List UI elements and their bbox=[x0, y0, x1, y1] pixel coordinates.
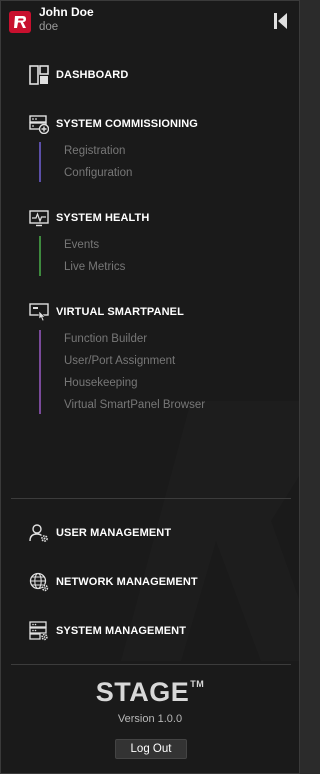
virtual-smartpanel-icon bbox=[29, 303, 49, 322]
user-info: John Doe doe bbox=[39, 4, 94, 35]
smartpanel-submenu: Function Builder User/Port Assignment Ho… bbox=[39, 328, 299, 416]
collapse-sidebar-button[interactable] bbox=[273, 12, 289, 30]
divider bbox=[11, 498, 291, 499]
nav-label-network-management: NETWORK MANAGEMENT bbox=[56, 576, 198, 588]
logout-button[interactable]: Log Out bbox=[115, 739, 187, 759]
nav-label-system-health: SYSTEM HEALTH bbox=[56, 212, 150, 224]
system-health-icon bbox=[29, 210, 49, 227]
trademark: TM bbox=[190, 679, 205, 689]
dashboard-icon bbox=[29, 65, 49, 85]
network-management-icon bbox=[29, 572, 49, 592]
nav-label-dashboard: DASHBOARD bbox=[56, 69, 129, 81]
user-management-icon bbox=[29, 524, 48, 542]
nav-section-dashboard: DASHBOARD bbox=[1, 63, 299, 87]
nav-section-system-management: SYSTEM MANAGEMENT bbox=[1, 619, 299, 643]
submenu-line bbox=[39, 142, 41, 182]
nav-section-smartpanel: VIRTUAL SMARTPANEL Function Builder User… bbox=[1, 300, 299, 416]
divider bbox=[11, 664, 291, 665]
sub-item-virtual-smartpanel-browser[interactable]: Virtual SmartPanel Browser bbox=[64, 394, 299, 416]
user-header: John Doe doe bbox=[1, 1, 299, 41]
nav-section-network-management: NETWORK MANAGEMENT bbox=[1, 570, 299, 594]
nav-item-user-management[interactable]: USER MANAGEMENT bbox=[1, 521, 299, 545]
sub-item-configuration[interactable]: Configuration bbox=[64, 162, 299, 184]
system-management-icon bbox=[29, 621, 48, 641]
commissioning-submenu: Registration Configuration bbox=[39, 140, 299, 184]
sub-item-function-builder[interactable]: Function Builder bbox=[64, 328, 299, 350]
brand-name: STAGE bbox=[95, 677, 190, 707]
sub-item-user-port-assignment[interactable]: User/Port Assignment bbox=[64, 350, 299, 372]
user-name: John Doe bbox=[39, 5, 94, 19]
nav-section-user-management: USER MANAGEMENT bbox=[1, 521, 299, 545]
nav-item-virtual-smartpanel[interactable]: VIRTUAL SMARTPANEL bbox=[1, 300, 299, 324]
health-submenu: Events Live Metrics bbox=[39, 234, 299, 278]
submenu-line bbox=[39, 330, 41, 414]
nav-item-dashboard[interactable]: DASHBOARD bbox=[1, 63, 299, 87]
sidebar: John Doe doe DASHBOARD SYSTEM COMMISSION… bbox=[0, 0, 300, 774]
nav-section-health: SYSTEM HEALTH Events Live Metrics bbox=[1, 206, 299, 278]
nav-section-commissioning: SYSTEM COMMISSIONING Registration Config… bbox=[1, 112, 299, 184]
submenu-line bbox=[39, 236, 41, 276]
sub-item-events[interactable]: Events bbox=[64, 234, 299, 256]
product-brand: STAGETM bbox=[1, 677, 299, 708]
system-commissioning-icon bbox=[29, 115, 49, 134]
nav-item-system-health[interactable]: SYSTEM HEALTH bbox=[1, 206, 299, 230]
sub-item-housekeeping[interactable]: Housekeeping bbox=[64, 372, 299, 394]
brand-logo-icon bbox=[9, 11, 31, 33]
nav-item-system-commissioning[interactable]: SYSTEM COMMISSIONING bbox=[1, 112, 299, 136]
nav-item-system-management[interactable]: SYSTEM MANAGEMENT bbox=[1, 619, 299, 643]
collapse-left-icon bbox=[274, 13, 287, 29]
sub-item-live-metrics[interactable]: Live Metrics bbox=[64, 256, 299, 278]
sub-item-registration[interactable]: Registration bbox=[64, 140, 299, 162]
nav-label-system-commissioning: SYSTEM COMMISSIONING bbox=[56, 118, 198, 130]
nav-label-virtual-smartpanel: VIRTUAL SMARTPANEL bbox=[56, 306, 184, 318]
version-label: Version 1.0.0 bbox=[117, 713, 183, 725]
nav-label-user-management: USER MANAGEMENT bbox=[56, 527, 172, 539]
nav-item-network-management[interactable]: NETWORK MANAGEMENT bbox=[1, 570, 299, 594]
nav-label-system-management: SYSTEM MANAGEMENT bbox=[56, 625, 187, 637]
username: doe bbox=[39, 21, 59, 33]
